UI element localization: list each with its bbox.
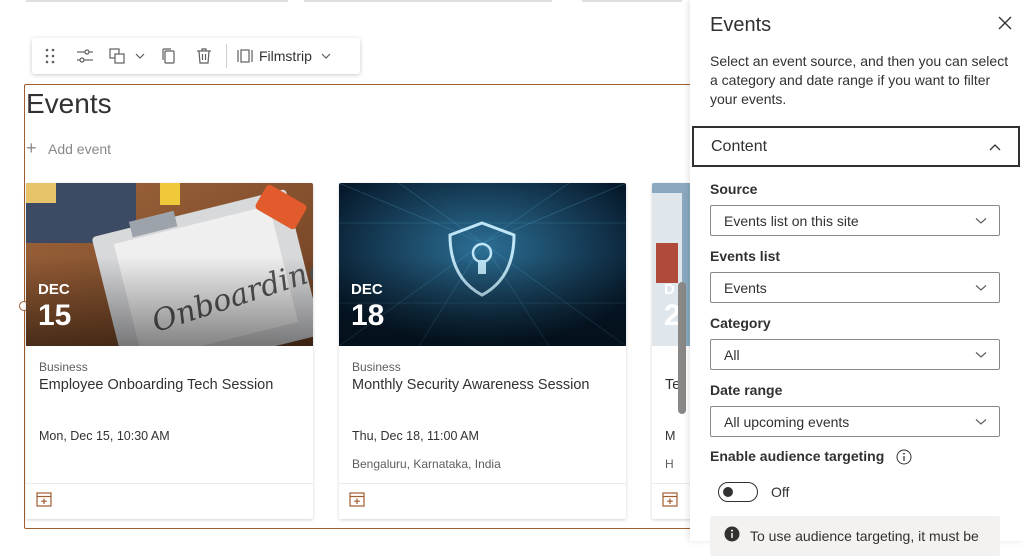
source-dropdown[interactable]: Events list on this site	[710, 205, 1000, 236]
drag-handle-icon[interactable]	[32, 38, 68, 74]
audience-targeting-row: Enable audience targeting	[710, 448, 912, 465]
filmstrip-icon	[237, 49, 253, 63]
event-image-onboarding: Onboarding DEC 15	[26, 183, 313, 346]
event-day: 18	[351, 299, 385, 332]
category-value: All	[724, 346, 740, 363]
pane-title: Events	[710, 14, 772, 36]
webpart-toolbar: Filmstrip	[32, 38, 360, 74]
card-divider	[652, 483, 690, 484]
event-location: H	[665, 457, 674, 471]
section-label: Content	[711, 137, 768, 155]
add-to-calendar-icon[interactable]	[36, 491, 52, 512]
events-list-value: Events	[724, 279, 767, 296]
date-range-dropdown[interactable]: All upcoming events	[710, 406, 1000, 437]
source-label: Source	[710, 181, 758, 197]
chevron-down-icon	[135, 53, 145, 59]
event-month: D	[664, 281, 675, 298]
notice-text: To use audience targeting, it must be	[750, 528, 979, 544]
layout-dropdown-button[interactable]: Filmstrip	[231, 38, 338, 74]
event-category: Business	[39, 360, 88, 374]
event-category: Business	[352, 360, 401, 374]
event-datetime: Mon, Dec 15, 10:30 AM	[39, 429, 170, 443]
trash-icon[interactable]	[186, 38, 222, 74]
event-datetime: M	[665, 429, 676, 443]
event-datetime: Thu, Dec 18, 11:00 AM	[352, 429, 479, 443]
event-day: 15	[38, 299, 72, 332]
events-list-label: Events list	[710, 248, 781, 264]
webpart-title: Events	[26, 88, 112, 119]
layers-icon	[109, 48, 125, 64]
copy-icon[interactable]	[152, 38, 186, 74]
move-menu-button[interactable]	[102, 38, 152, 74]
pane-description: Select an event source, and then you can…	[710, 53, 1009, 107]
chevron-down-icon	[975, 351, 987, 358]
date-range-label: Date range	[710, 382, 783, 398]
plus-icon: +	[26, 138, 37, 158]
close-icon[interactable]	[998, 16, 1012, 35]
add-to-calendar-icon[interactable]	[662, 491, 678, 512]
info-filled-icon	[724, 526, 740, 542]
event-title[interactable]: Monthly Security Awareness Session	[352, 377, 590, 393]
content-section-header[interactable]: Content	[692, 126, 1020, 167]
toggle-knob	[723, 487, 733, 497]
add-to-calendar-icon[interactable]	[349, 491, 365, 512]
settings-sliders-icon[interactable]	[68, 38, 102, 74]
event-card[interactable]: DEC 18 Business Monthly Security Awarene…	[339, 183, 626, 519]
audience-targeting-label: Enable audience targeting	[710, 448, 885, 464]
chevron-down-icon	[975, 418, 987, 425]
add-event-button[interactable]: + Add event	[26, 138, 111, 159]
top-card-edge	[304, 0, 552, 2]
audience-targeting-toggle[interactable]	[718, 482, 758, 502]
layout-label: Filmstrip	[259, 48, 312, 64]
chevron-down-icon	[975, 217, 987, 224]
event-title[interactable]: Employee Onboarding Tech Session	[39, 377, 273, 393]
card-divider	[339, 483, 626, 484]
page-canvas: Filmstrip Events + Add event DEC 15 Busi…	[0, 0, 690, 541]
event-month: DEC	[38, 281, 70, 298]
top-card-edge	[26, 0, 288, 2]
info-icon[interactable]	[896, 449, 912, 465]
event-card[interactable]: Onboarding DEC 15 Business Employee Onbo…	[26, 183, 313, 519]
add-event-label: Add event	[48, 140, 112, 157]
source-value: Events list on this site	[724, 212, 859, 229]
category-label: Category	[710, 315, 771, 331]
toggle-state-label: Off	[771, 484, 790, 500]
chevron-down-icon	[321, 53, 331, 59]
date-range-value: All upcoming events	[724, 413, 850, 430]
card-divider	[26, 483, 313, 484]
audience-targeting-notice: To use audience targeting, it must be	[710, 516, 1000, 556]
event-image-security: DEC 18	[339, 183, 626, 346]
category-dropdown[interactable]: All	[710, 339, 1000, 370]
events-list-dropdown[interactable]: Events	[710, 272, 1000, 303]
event-month: DEC	[351, 281, 383, 298]
vertical-scrollbar[interactable]	[678, 282, 686, 414]
chevron-down-icon	[975, 284, 987, 291]
chevron-up-icon	[989, 143, 1001, 150]
toolbar-divider	[226, 44, 227, 68]
event-location: Bengaluru, Karnataka, India	[352, 457, 501, 471]
top-card-edge	[582, 0, 682, 2]
property-pane: Events Select an event source, and then …	[690, 0, 1024, 556]
